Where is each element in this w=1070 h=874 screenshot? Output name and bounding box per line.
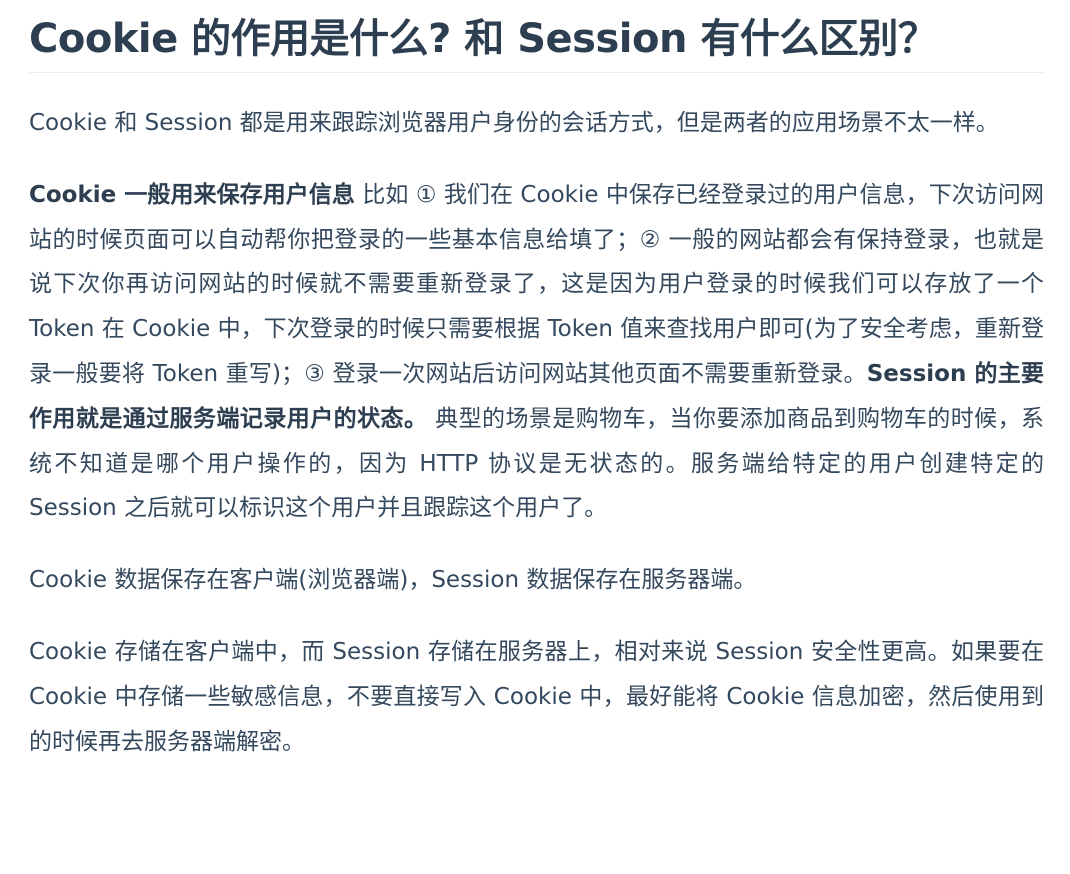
paragraph-cookie-session-usage: Cookie 一般用来保存用户信息 比如 ① 我们在 Cookie 中保存已经登… bbox=[29, 173, 1044, 531]
title-divider bbox=[29, 72, 1044, 73]
paragraph-text: Cookie 存储在客户端中，而 Session 存储在服务器上，相对来说 Se… bbox=[29, 638, 1044, 755]
paragraph-text: Cookie 数据保存在客户端(浏览器端)，Session 数据保存在服务器端。 bbox=[29, 567, 757, 594]
paragraph-security: Cookie 存储在客户端中，而 Session 存储在服务器上，相对来说 Se… bbox=[29, 630, 1044, 764]
paragraph-text: 比如 ① 我们在 Cookie 中保存已经登录过的用户信息，下次访问网站的时候页… bbox=[29, 181, 1044, 387]
paragraph-text: Cookie 和 Session 都是用来跟踪浏览器用户身份的会话方式，但是两者… bbox=[29, 110, 999, 136]
paragraph-storage-location: Cookie 数据保存在客户端(浏览器端)，Session 数据保存在服务器端。 bbox=[29, 558, 1044, 603]
paragraph-intro: Cookie 和 Session 都是用来跟踪浏览器用户身份的会话方式，但是两者… bbox=[29, 101, 1044, 146]
bold-text: Cookie 一般用来保存用户信息 bbox=[29, 181, 355, 208]
page-title: Cookie 的作用是什么? 和 Session 有什么区别？ bbox=[29, 16, 938, 62]
article: Cookie 的作用是什么? 和 Session 有什么区别？ Cookie 和… bbox=[0, 0, 1070, 874]
